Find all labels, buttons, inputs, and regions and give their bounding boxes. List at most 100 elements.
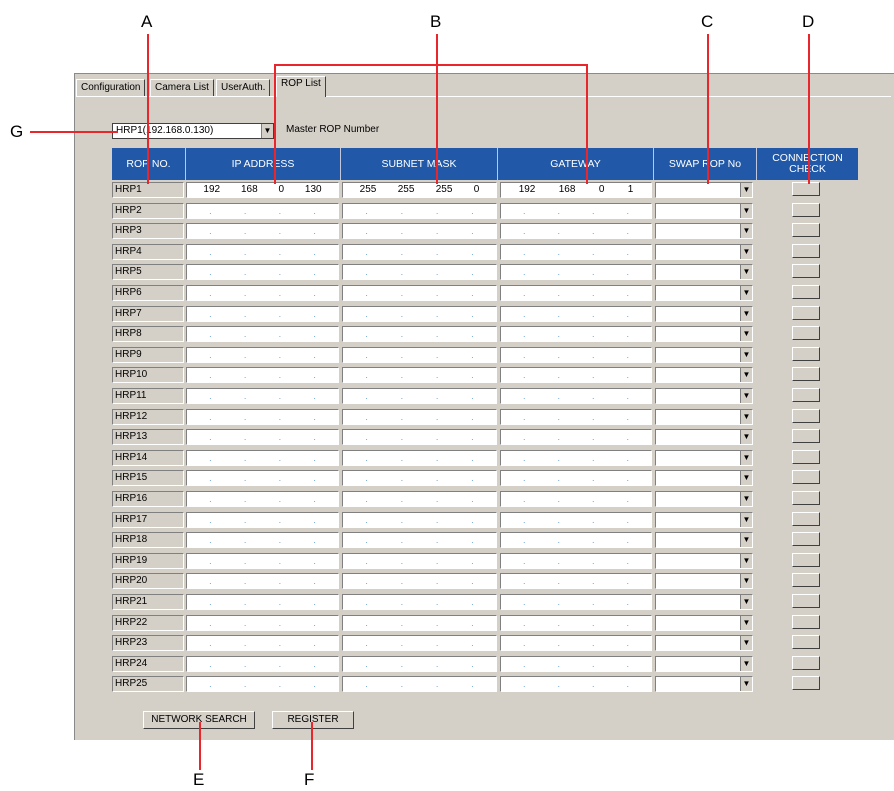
ip-address-field[interactable]: .... xyxy=(186,264,339,281)
swap-rop-select[interactable]: ▼ xyxy=(655,532,753,549)
subnet-mask-field[interactable]: .... xyxy=(342,305,497,322)
connection-check-button[interactable] xyxy=(792,552,820,567)
chevron-down-icon[interactable]: ▼ xyxy=(740,553,752,568)
subnet-mask-field[interactable]: .... xyxy=(342,470,497,487)
swap-rop-select[interactable]: ▼ xyxy=(655,635,753,652)
connection-check-button[interactable] xyxy=(792,429,820,444)
ip-address-field[interactable]: .... xyxy=(186,470,339,487)
subnet-mask-field[interactable]: .... xyxy=(342,573,497,590)
subnet-mask-field[interactable]: .... xyxy=(342,429,497,446)
swap-rop-select[interactable]: ▼ xyxy=(655,408,753,425)
subnet-mask-field[interactable]: .... xyxy=(342,449,497,466)
swap-rop-select[interactable]: ▼ xyxy=(655,346,753,363)
tab-rop-list[interactable]: ROP List xyxy=(276,76,326,97)
connection-check-button[interactable] xyxy=(792,470,820,485)
subnet-mask-field[interactable]: .... xyxy=(342,614,497,631)
connection-check-button[interactable] xyxy=(792,655,820,670)
chevron-down-icon[interactable]: ▼ xyxy=(740,574,752,589)
chevron-down-icon[interactable]: ▼ xyxy=(740,368,752,383)
ip-address-field[interactable]: .... xyxy=(186,326,339,343)
gateway-field[interactable]: .... xyxy=(500,202,652,219)
ip-address-field[interactable]: 192 168 0 130 xyxy=(186,182,339,198)
swap-rop-select[interactable]: ▼ xyxy=(655,264,753,281)
gateway-field[interactable]: .... xyxy=(500,264,652,281)
connection-check-button[interactable] xyxy=(792,594,820,608)
connection-check-button[interactable] xyxy=(792,182,820,196)
connection-check-button[interactable] xyxy=(792,285,820,299)
chevron-down-icon[interactable]: ▼ xyxy=(740,595,752,609)
subnet-mask-field[interactable]: 255 255 255 0 xyxy=(342,182,497,198)
connection-check-button[interactable] xyxy=(792,408,820,423)
ip-address-field[interactable]: .... xyxy=(186,676,339,693)
subnet-mask-field[interactable]: .... xyxy=(342,223,497,240)
subnet-mask-field[interactable]: .... xyxy=(342,408,497,425)
subnet-mask-field[interactable]: .... xyxy=(342,367,497,384)
subnet-mask-field[interactable]: .... xyxy=(342,511,497,528)
ip-address-field[interactable]: .... xyxy=(186,429,339,446)
ip-address-field[interactable]: .... xyxy=(186,511,339,528)
ip-address-field[interactable]: .... xyxy=(186,223,339,240)
gateway-field[interactable]: .... xyxy=(500,326,652,343)
ip-address-field[interactable]: .... xyxy=(186,573,339,590)
ip-address-field[interactable]: .... xyxy=(186,285,339,301)
tab-user-auth[interactable]: UserAuth. xyxy=(216,79,271,96)
swap-rop-select[interactable]: ▼ xyxy=(655,573,753,590)
chevron-down-icon[interactable]: ▼ xyxy=(740,183,752,197)
connection-check-button[interactable] xyxy=(792,367,820,382)
subnet-mask-field[interactable]: .... xyxy=(342,285,497,301)
chevron-down-icon[interactable]: ▼ xyxy=(740,286,752,300)
gateway-field[interactable]: .... xyxy=(500,491,652,507)
chevron-down-icon[interactable]: ▼ xyxy=(740,327,752,342)
ip-address-field[interactable]: .... xyxy=(186,202,339,219)
subnet-mask-field[interactable]: .... xyxy=(342,346,497,363)
swap-rop-select[interactable]: ▼ xyxy=(655,305,753,322)
chevron-down-icon[interactable]: ▼ xyxy=(740,677,752,692)
master-rop-select[interactable]: HRP1(192.168.0.130) ▼ xyxy=(112,123,274,139)
swap-rop-select[interactable]: ▼ xyxy=(655,243,753,260)
swap-rop-select[interactable]: ▼ xyxy=(655,223,753,240)
subnet-mask-field[interactable]: .... xyxy=(342,243,497,260)
swap-rop-select[interactable]: ▼ xyxy=(655,388,753,404)
swap-rop-select[interactable]: ▼ xyxy=(655,367,753,384)
subnet-mask-field[interactable]: .... xyxy=(342,491,497,507)
connection-check-button[interactable] xyxy=(792,635,820,650)
chevron-down-icon[interactable]: ▼ xyxy=(740,409,752,424)
swap-rop-select[interactable]: ▼ xyxy=(655,182,753,198)
ip-address-field[interactable]: .... xyxy=(186,305,339,322)
connection-check-button[interactable] xyxy=(792,346,820,361)
gateway-field[interactable]: .... xyxy=(500,635,652,652)
subnet-mask-field[interactable]: .... xyxy=(342,635,497,652)
gateway-field[interactable]: .... xyxy=(500,367,652,384)
chevron-down-icon[interactable]: ▼ xyxy=(740,224,752,239)
chevron-down-icon[interactable]: ▼ xyxy=(740,471,752,486)
ip-address-field[interactable]: .... xyxy=(186,635,339,652)
chevron-down-icon[interactable]: ▼ xyxy=(740,533,752,548)
ip-address-field[interactable]: .... xyxy=(186,655,339,672)
subnet-mask-field[interactable]: .... xyxy=(342,326,497,343)
swap-rop-select[interactable]: ▼ xyxy=(655,655,753,672)
connection-check-button[interactable] xyxy=(792,223,820,238)
gateway-field[interactable]: .... xyxy=(500,388,652,404)
subnet-mask-field[interactable]: .... xyxy=(342,532,497,549)
gateway-field[interactable]: .... xyxy=(500,346,652,363)
register-button[interactable]: REGISTER xyxy=(272,711,354,729)
connection-check-button[interactable] xyxy=(792,614,820,629)
ip-address-field[interactable]: .... xyxy=(186,346,339,363)
connection-check-button[interactable] xyxy=(792,388,820,402)
chevron-down-icon[interactable]: ▼ xyxy=(740,656,752,671)
ip-address-field[interactable]: .... xyxy=(186,594,339,610)
gateway-field[interactable]: .... xyxy=(500,594,652,610)
gateway-field[interactable]: .... xyxy=(500,470,652,487)
connection-check-button[interactable] xyxy=(792,326,820,341)
ip-address-field[interactable]: .... xyxy=(186,367,339,384)
subnet-mask-field[interactable]: .... xyxy=(342,552,497,569)
gateway-field[interactable]: .... xyxy=(500,305,652,322)
swap-rop-select[interactable]: ▼ xyxy=(655,676,753,693)
connection-check-button[interactable] xyxy=(792,305,820,320)
connection-check-button[interactable] xyxy=(792,676,820,691)
swap-rop-select[interactable]: ▼ xyxy=(655,594,753,610)
gateway-field[interactable]: .... xyxy=(500,449,652,466)
connection-check-button[interactable] xyxy=(792,449,820,464)
connection-check-button[interactable] xyxy=(792,243,820,258)
chevron-down-icon[interactable]: ▼ xyxy=(740,512,752,527)
